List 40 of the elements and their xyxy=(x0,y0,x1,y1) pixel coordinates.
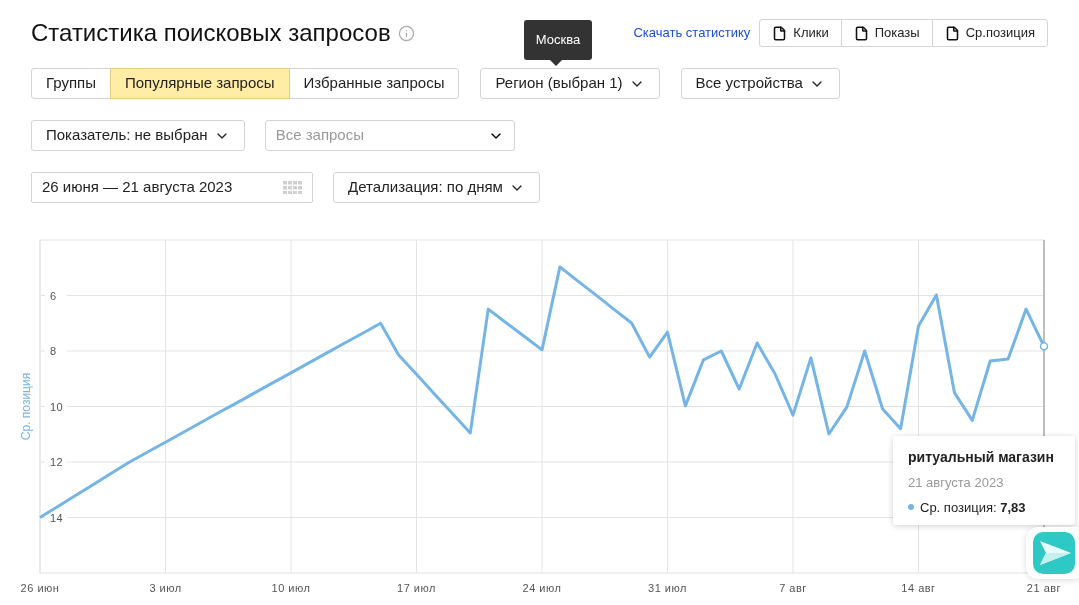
calendar-icon[interactable] xyxy=(283,181,302,194)
metric-button[interactable]: Показатель: не выбран xyxy=(31,120,245,151)
y-tick-label: 14 xyxy=(50,511,64,524)
download-button[interactable]: Ср.позиция xyxy=(931,19,1048,47)
document-icon xyxy=(944,25,960,41)
page-title: Статистика поисковых запросов xyxy=(31,18,391,48)
download-button[interactable]: Показы xyxy=(840,19,933,47)
paper-plane-icon xyxy=(1033,532,1075,574)
x-tick-label: 31 июл xyxy=(648,582,687,594)
x-tick-label: 24 июл xyxy=(522,582,562,594)
tooltip-date: 21 августа 2023 xyxy=(908,474,1005,492)
document-icon xyxy=(853,25,869,41)
floating-app-button[interactable] xyxy=(1026,527,1079,579)
download-button[interactable]: Клики xyxy=(759,19,842,47)
hover-point xyxy=(1039,342,1049,351)
x-tick-label: 21 авг xyxy=(1026,582,1062,594)
y-tick-label: 6 xyxy=(50,289,57,302)
y-tick-label: 10 xyxy=(50,400,64,413)
region-button[interactable]: Регион (выбран 1) xyxy=(480,68,660,99)
x-tick-label: 7 авг xyxy=(779,582,807,594)
tooltip-title: ритуальный магазин xyxy=(908,448,1055,467)
download-link[interactable]: Скачать статистику xyxy=(633,23,751,43)
detail-button[interactable]: Детализация: по дням xyxy=(333,172,540,203)
y-tick-label: 8 xyxy=(50,345,57,357)
x-tick-label: 10 июл xyxy=(271,582,311,594)
x-tick-label: 3 июл xyxy=(149,582,182,594)
tooltip-reading: Ср. позиция: 7,83 xyxy=(920,498,1026,517)
devices-button[interactable]: Все устройства xyxy=(680,68,840,99)
document-icon xyxy=(772,25,788,41)
view-tab[interactable]: Популярные запросы xyxy=(110,68,290,99)
tooltip-pointer xyxy=(550,60,562,66)
x-tick-label: 14 авг xyxy=(901,582,936,594)
date-field[interactable]: 26 июня — 21 августа 2023 xyxy=(31,172,313,203)
y-axis-title: Ср. позиция xyxy=(19,372,33,441)
y-tick-label: 12 xyxy=(50,456,64,468)
view-tab[interactable]: Группы xyxy=(31,68,111,99)
view-tab[interactable]: Избранные запросы xyxy=(288,68,460,99)
info-icon[interactable] xyxy=(397,24,415,42)
x-tick-label: 26 июн xyxy=(20,582,60,594)
x-tick-label: 17 июл xyxy=(397,582,436,594)
